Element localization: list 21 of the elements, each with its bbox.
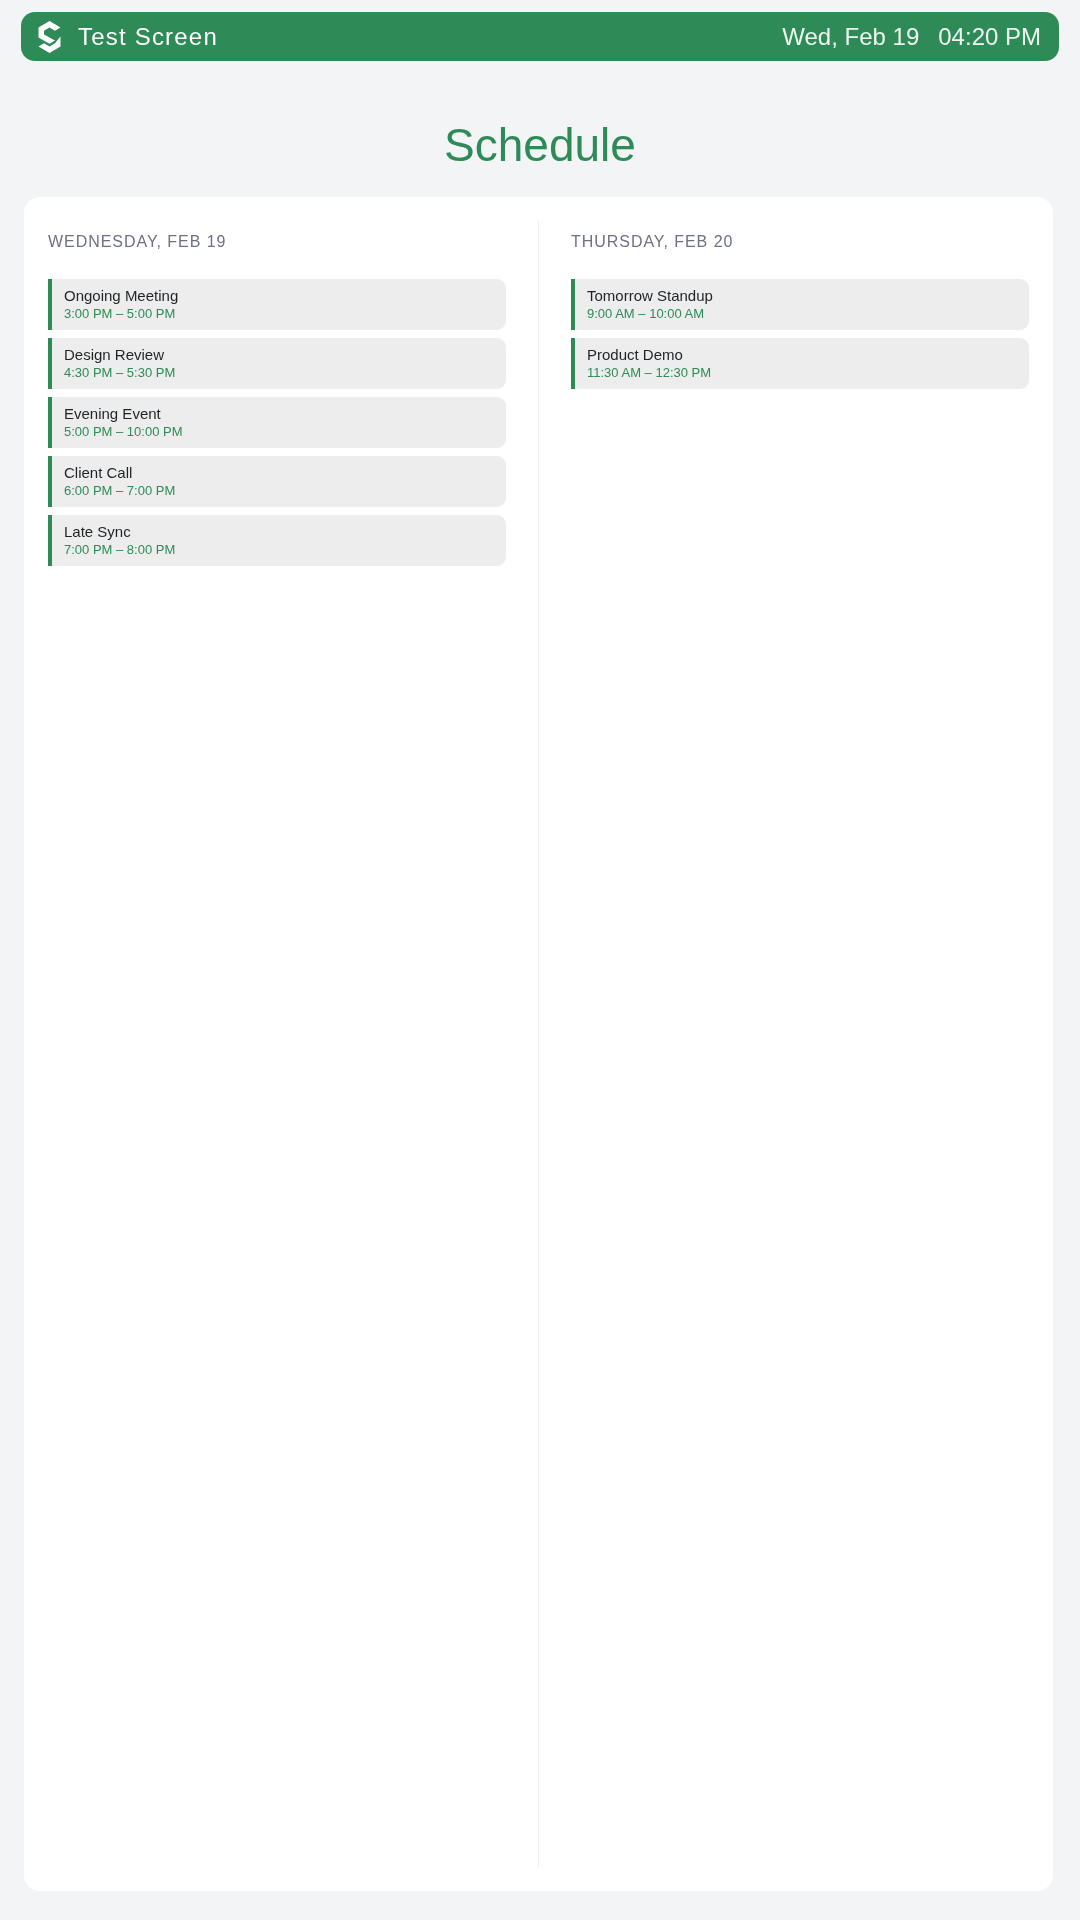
header-date: Wed, Feb 19 (782, 21, 920, 52)
event-time: 6:00 PM – 7:00 PM (64, 482, 177, 499)
event-title: Ongoing Meeting (64, 286, 180, 305)
day-heading: WEDNESDAY, FEB 19 (48, 232, 228, 252)
event-time: 5:00 PM – 10:00 PM (64, 423, 184, 440)
event-time: 9:00 AM – 10:00 AM (587, 305, 706, 322)
page-title: Schedule (444, 118, 636, 173)
event-title: Late Sync (64, 522, 132, 541)
event-time: 4:30 PM – 5:30 PM (64, 364, 177, 381)
event-title: Product Demo (587, 345, 684, 364)
event-time: 3:00 PM – 5:00 PM (64, 305, 177, 322)
event-title: Client Call (64, 463, 134, 482)
logo-icon (37, 20, 62, 53)
app-title: Test Screen (78, 21, 218, 52)
header-time: 04:20 PM (938, 21, 1041, 52)
event-title: Evening Event (64, 404, 162, 423)
event-title: Tomorrow Standup (587, 286, 714, 305)
event-title: Design Review (64, 345, 166, 364)
event-time: 7:00 PM – 8:00 PM (64, 541, 177, 558)
event-time: 11:30 AM – 12:30 PM (587, 364, 713, 381)
day-heading: THURSDAY, FEB 20 (571, 232, 735, 252)
